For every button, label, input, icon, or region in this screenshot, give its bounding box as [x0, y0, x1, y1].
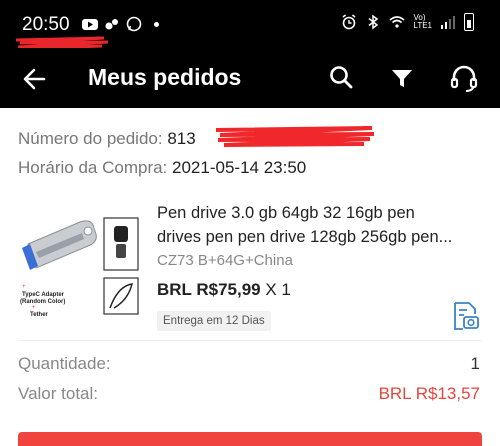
battery-icon [464, 13, 474, 31]
filter-icon[interactable] [386, 62, 418, 94]
lte-label: LTE1 [413, 21, 432, 30]
product-price-row: BRL R$75,99 X 1 [157, 280, 291, 300]
image-plus-2: + [32, 305, 36, 311]
purchase-time-value: 2021-05-14 23:50 [172, 158, 307, 177]
status-dot [154, 21, 159, 27]
app-header: Meus pedidos [0, 48, 500, 108]
headset-icon[interactable] [448, 62, 480, 94]
package-tracking-icon[interactable] [450, 300, 480, 332]
order-number-label: Número do pedido: [18, 129, 163, 148]
total-value: BRL R$13,57 [378, 384, 480, 403]
status-bar: 20:50 Vo) LTE1 [0, 0, 500, 50]
product-variant: CZ73 B+64G+China [157, 252, 293, 269]
product-title-line1: Pen drive 3.0 gb 64gb 32 16gb pen [157, 204, 415, 222]
back-arrow-icon[interactable] [20, 64, 50, 94]
purchase-time-label: Horário da Compra: [18, 158, 168, 177]
action-button[interactable] [18, 432, 482, 446]
product-price: BRL R$75,99 [157, 280, 261, 299]
search-icon[interactable] [326, 62, 358, 94]
signal-icon [441, 16, 455, 29]
redaction-scribble [215, 126, 375, 147]
divider [18, 340, 482, 341]
bluetooth-icon [368, 14, 379, 30]
image-caption-2: (Random Color) [20, 299, 65, 305]
product-quantity: X 1 [265, 280, 291, 299]
product-image[interactable]: + TypeC Adapter (Random Color) + Tether [18, 204, 148, 320]
quantity-value: 1 [470, 354, 480, 373]
quantity-label: Quantidade: [18, 354, 111, 373]
delivery-badge: Entrega em 12 Dias [157, 311, 271, 331]
order-number-row: Número do pedido: 813 [18, 129, 196, 149]
product-title[interactable]: Pen drive 3.0 gb 64gb 32 16gb pen drives… [157, 201, 487, 249]
total-label: Valor total: [18, 384, 99, 403]
adapter-graphic [103, 217, 139, 271]
product-title-line2: drives pen pen drive 128gb 256gb pen... [157, 228, 453, 246]
notification-icons [82, 16, 159, 32]
alarm-icon [342, 14, 356, 30]
whatsapp-icon [126, 16, 142, 32]
image-caption-3: Tether [30, 312, 49, 318]
status-time: 20:50 [22, 14, 70, 35]
drops-icon [105, 19, 118, 30]
purchase-time-row: Horário da Compra: 2021-05-14 23:50 [18, 158, 306, 178]
order-number-value: 813 [167, 129, 196, 148]
network-type: Vo) LTE1 [413, 14, 432, 30]
status-right-icons: Vo) LTE1 [341, 13, 474, 31]
image-plus-1: + [22, 284, 26, 290]
page-title: Meus pedidos [88, 64, 242, 90]
image-caption-1: TypeC Adapter [22, 292, 65, 298]
tether-graphic [103, 277, 139, 315]
wifi-icon [389, 16, 405, 28]
youtube-icon [82, 19, 98, 30]
